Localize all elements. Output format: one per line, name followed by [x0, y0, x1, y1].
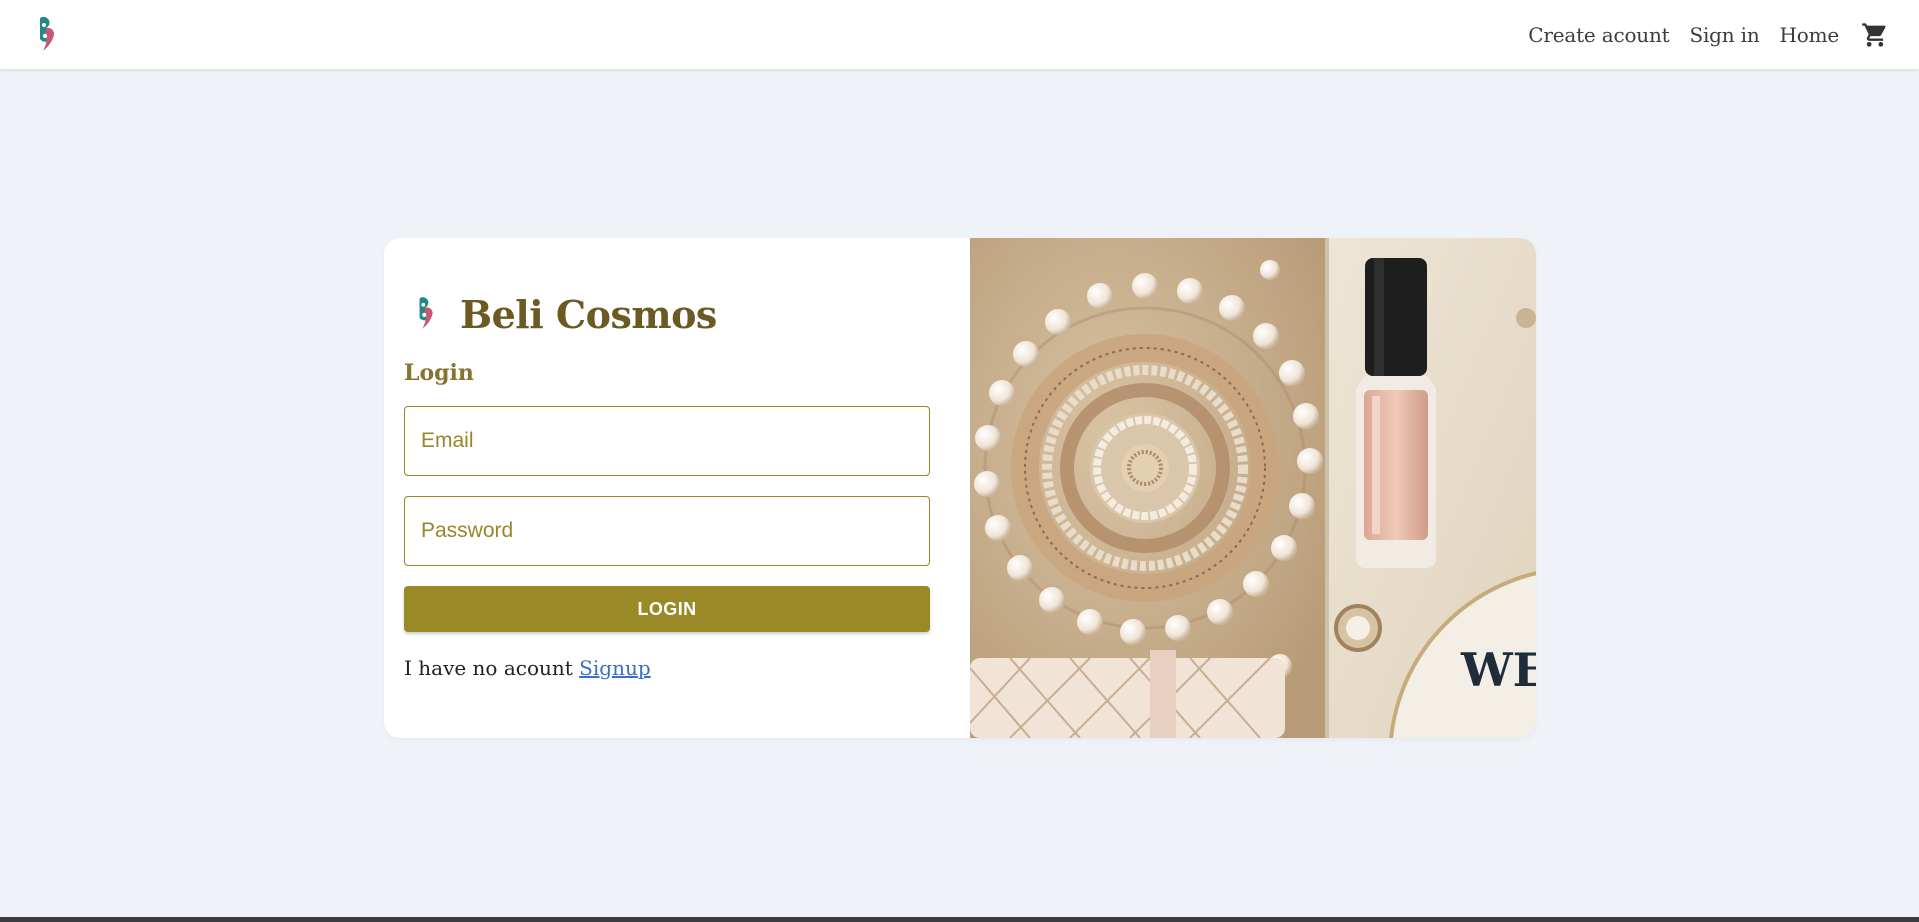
- cart-icon[interactable]: [1861, 21, 1889, 49]
- top-navbar: Create acount Sign in Home: [0, 0, 1919, 69]
- brand-header: Beli Cosmos: [404, 290, 930, 338]
- brand-logo-icon: [419, 297, 433, 329]
- nav-links: Create acount Sign in Home: [1528, 21, 1889, 49]
- login-button[interactable]: LOGIN: [404, 586, 930, 632]
- password-field[interactable]: [404, 496, 930, 566]
- signup-prompt-line: I have no acount Signup: [404, 656, 930, 680]
- login-card: Beli Cosmos Login LOGIN I have no acount…: [384, 238, 1536, 738]
- email-field[interactable]: [404, 406, 930, 476]
- nav-sign-in-link[interactable]: Sign in: [1689, 23, 1759, 47]
- cosmetics-jewelry-image: WE: [970, 238, 1536, 738]
- login-form-panel: Beli Cosmos Login LOGIN I have no acount…: [384, 238, 970, 738]
- nav-create-account-link[interactable]: Create acount: [1528, 23, 1669, 47]
- brand-logo-icon[interactable]: [34, 15, 62, 55]
- signup-prompt-text: I have no acount: [404, 656, 573, 680]
- login-heading: Login: [404, 360, 474, 386]
- hero-image: WE: [970, 238, 1536, 738]
- footer-bar: [0, 917, 1919, 922]
- nav-home-link[interactable]: Home: [1780, 23, 1840, 47]
- signup-link[interactable]: Signup: [579, 656, 650, 680]
- hero-image-text: WE: [1460, 643, 1536, 697]
- brand-name: Beli Cosmos: [460, 291, 717, 337]
